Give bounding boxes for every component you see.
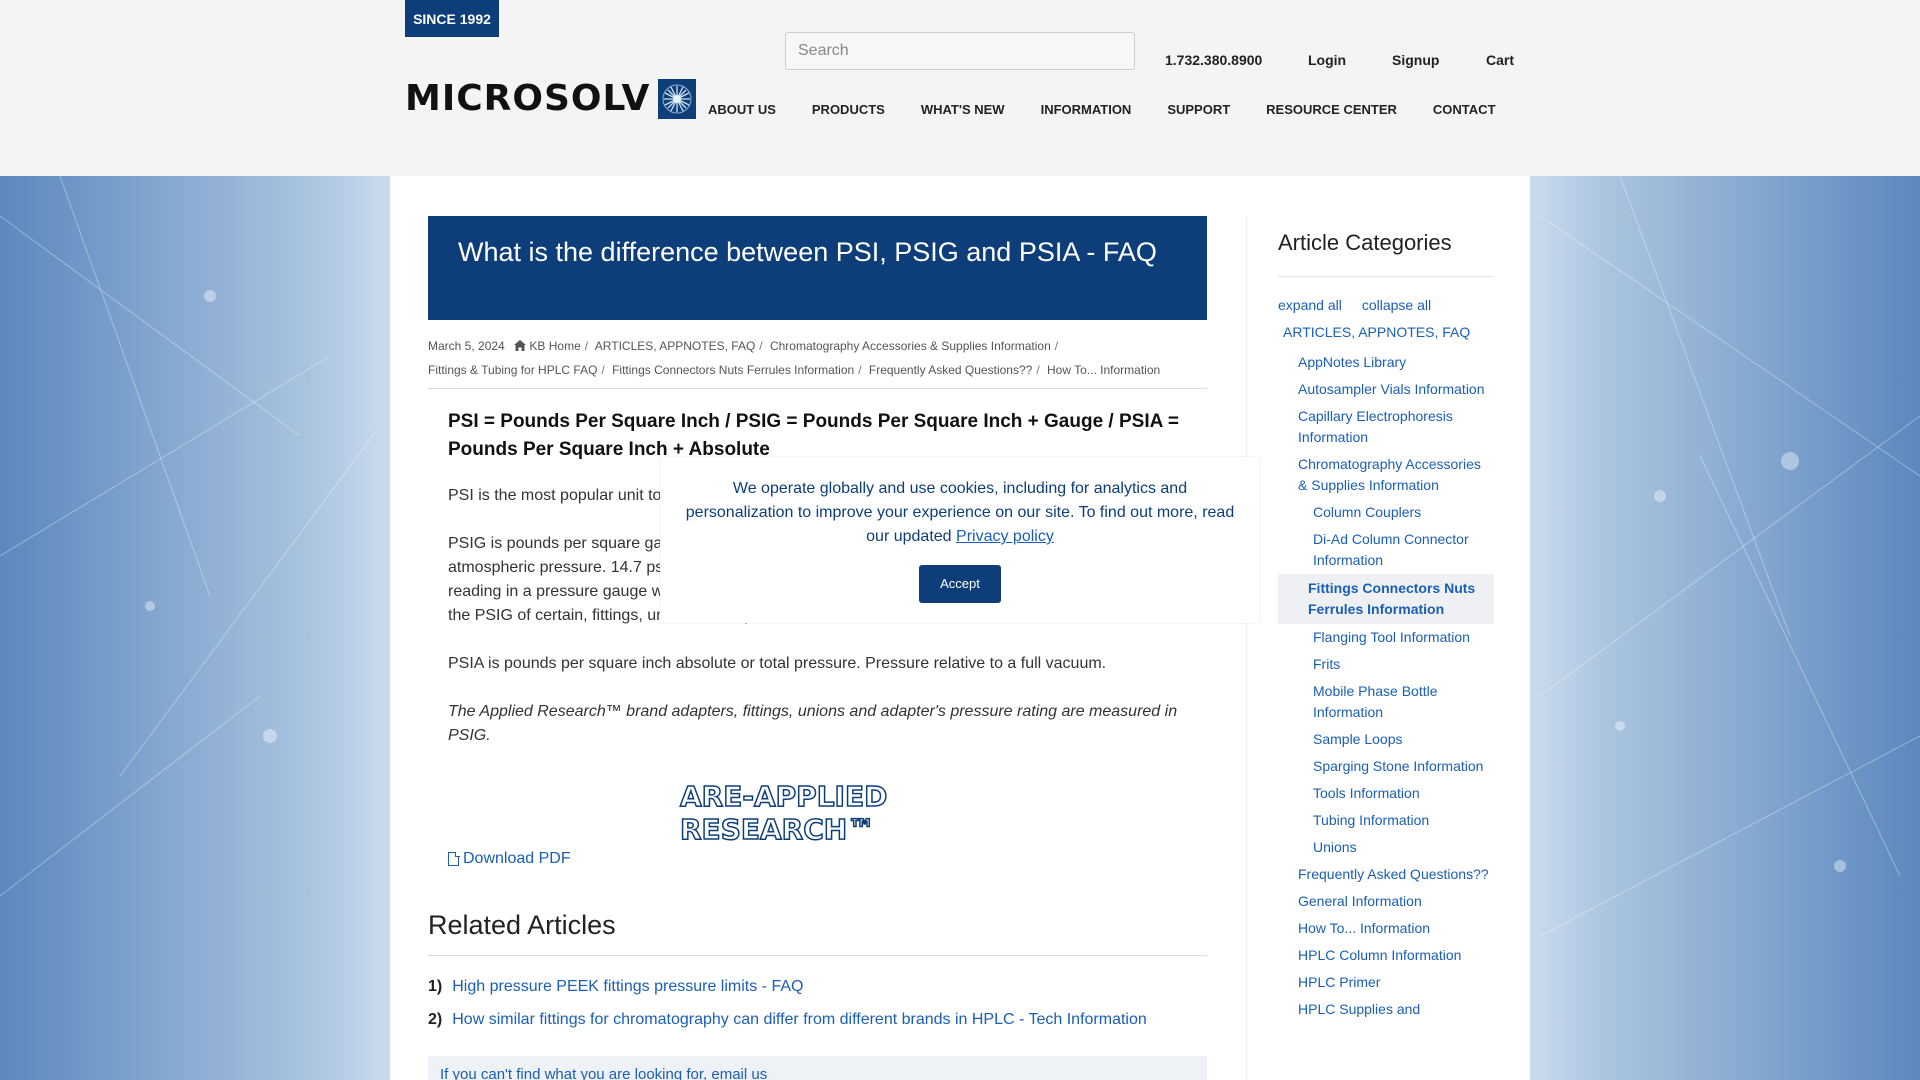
category-item[interactable]: Sample Loops [1278,726,1494,753]
signup-link[interactable]: Signup [1392,52,1486,70]
search-input[interactable] [785,32,1135,70]
article-title: What is the difference between PSI, PSIG… [428,216,1207,320]
nav-products[interactable]: PRODUCTS [812,102,885,120]
category-item[interactable]: Unions [1278,834,1494,861]
category-item[interactable]: ARTICLES, APPNOTES, FAQ [1278,319,1494,346]
cookie-text: We operate globally and use cookies, inc… [684,477,1236,549]
category-item[interactable]: How To... Information [1278,915,1494,942]
category-list: ARTICLES, APPNOTES, FAQ AppNotes Library… [1278,319,1494,1023]
pdf-icon [448,851,460,866]
main-nav: ABOUT US PRODUCTS WHAT'S NEW INFORMATION… [708,102,1532,120]
breadcrumb-faq[interactable]: Frequently Asked Questions?? [869,363,1032,377]
category-item[interactable]: General Information [1278,888,1494,915]
accept-cookies-button[interactable]: Accept [919,565,1001,603]
nav-contact[interactable]: CONTACT [1433,102,1496,120]
article-date: March 5, 2024 [428,339,505,353]
cart-link[interactable]: Cart [1486,52,1514,70]
breadcrumb-articles[interactable]: ARTICLES, APPNOTES, FAQ [595,339,756,353]
article-heading: PSI = Pounds Per Square Inch / PSIG = Po… [448,411,1180,460]
logo-mark-icon [658,79,697,119]
column-divider [1246,216,1247,1080]
download-pdf-link[interactable]: Download PDF [448,850,571,868]
related-article[interactable]: 1) High pressure PEEK fittings pressure l… [428,978,803,996]
sidebar-toggles: expand all collapse all [1278,297,1494,313]
breadcrumb-fittings-connectors[interactable]: Fittings Connectors Nuts Ferrules Inform… [612,363,854,377]
breadcrumb: March 5, 2024 KB Home / ARTICLES, APPNOTE… [428,339,1161,377]
category-item[interactable]: HPLC Primer [1278,969,1494,996]
download-pdf-label: Download PDF [463,850,571,867]
email-us-note[interactable]: If you can't find what you are looking f… [428,1056,1207,1080]
phone-link[interactable]: 1.732.380.8900 [1165,52,1308,70]
logo-text: MICROSOLV [405,78,651,119]
category-item[interactable]: Frequently Asked Questions?? [1278,861,1494,888]
related-article-number: 2) [428,1011,443,1028]
breadcrumb-chromatography[interactable]: Chromatography Accessories & Supplies In… [770,339,1051,353]
category-item[interactable]: Tubing Information [1278,807,1494,834]
related-article-link[interactable]: High pressure PEEK fittings pressure lim… [452,978,803,995]
related-articles-title: Related Articles [428,910,616,940]
privacy-policy-link[interactable]: Privacy policy [956,528,1054,545]
psig-line-1: PSIG is pounds per square ga [448,535,663,552]
category-item[interactable]: Tools Information [1278,780,1494,807]
applied-research-logo: ARE-APPLIED RESEARCH™ [679,779,980,847]
category-item[interactable]: Capillary Electrophoresis Information [1278,403,1494,451]
article-categories-sidebar: Article Categories expand all collapse a… [1278,216,1494,1023]
category-item[interactable]: Sparging Stone Information [1278,753,1494,780]
nav-information[interactable]: INFORMATION [1041,102,1132,120]
nav-about-us[interactable]: ABOUT US [708,102,776,120]
category-item-active[interactable]: Fittings Connectors Nuts Ferrules Inform… [1278,574,1494,624]
category-item[interactable]: Column Couplers [1278,499,1494,526]
related-article-number: 1) [428,978,443,995]
site-header: SINCE 1992 MICROSOLV 1.732.38 [0,0,1920,176]
psig-line-2: atmospheric pressure. 14.7 ps [448,559,664,576]
related-article-link[interactable]: How similar fittings for chromatography … [452,1011,1147,1028]
article-paragraph-applied-research: The Applied Research™ brand adapters, fi… [448,703,1178,744]
article-paragraph-psia: PSIA is pounds per square inch absolute … [448,655,1107,672]
expand-all-link[interactable]: expand all [1278,297,1342,313]
category-item[interactable]: Di-Ad Column Connector Information [1278,526,1494,574]
login-link[interactable]: Login [1308,52,1392,70]
nav-resource-center[interactable]: RESOURCE CENTER [1266,102,1397,120]
microsolv-logo[interactable]: MICROSOLV [405,78,697,120]
collapse-all-link[interactable]: collapse all [1362,297,1431,313]
category-item[interactable]: Chromatography Accessories & Supplies In… [1278,451,1494,499]
category-item[interactable]: Mobile Phase Bottle Information [1278,678,1494,726]
applied-research-logo-text: ARE-APPLIED RESEARCH™ [679,779,888,847]
category-item[interactable]: Frits [1278,651,1494,678]
divider [1278,276,1494,277]
sidebar-title: Article Categories [1278,230,1452,255]
nav-whats-new[interactable]: WHAT'S NEW [921,102,1005,120]
content-card: What is the difference between PSI, PSIG… [390,176,1530,1080]
cookie-consent-modal: We operate globally and use cookies, inc… [660,457,1260,623]
top-links: 1.732.380.8900 Login Signup Cart [1165,52,1514,70]
category-item[interactable]: HPLC Column Information [1278,942,1494,969]
divider [428,955,1207,956]
category-item[interactable]: AppNotes Library [1278,349,1494,376]
since-badge: SINCE 1992 [405,0,499,37]
category-item[interactable]: HPLC Supplies and [1278,996,1494,1023]
nav-support[interactable]: SUPPORT [1167,102,1230,120]
category-item[interactable]: Autosampler Vials Information [1278,376,1494,403]
category-item[interactable]: Flanging Tool Information [1278,624,1494,651]
breadcrumb-kb-home[interactable]: KB Home [529,339,580,353]
home-icon [514,339,529,353]
divider [428,388,1207,389]
related-article[interactable]: 2) How similar fittings for chromatograph… [428,1011,1147,1029]
breadcrumb-fittings-tubing[interactable]: Fittings & Tubing for HPLC FAQ [428,363,597,377]
breadcrumb-how-to[interactable]: How To... Information [1047,363,1160,377]
